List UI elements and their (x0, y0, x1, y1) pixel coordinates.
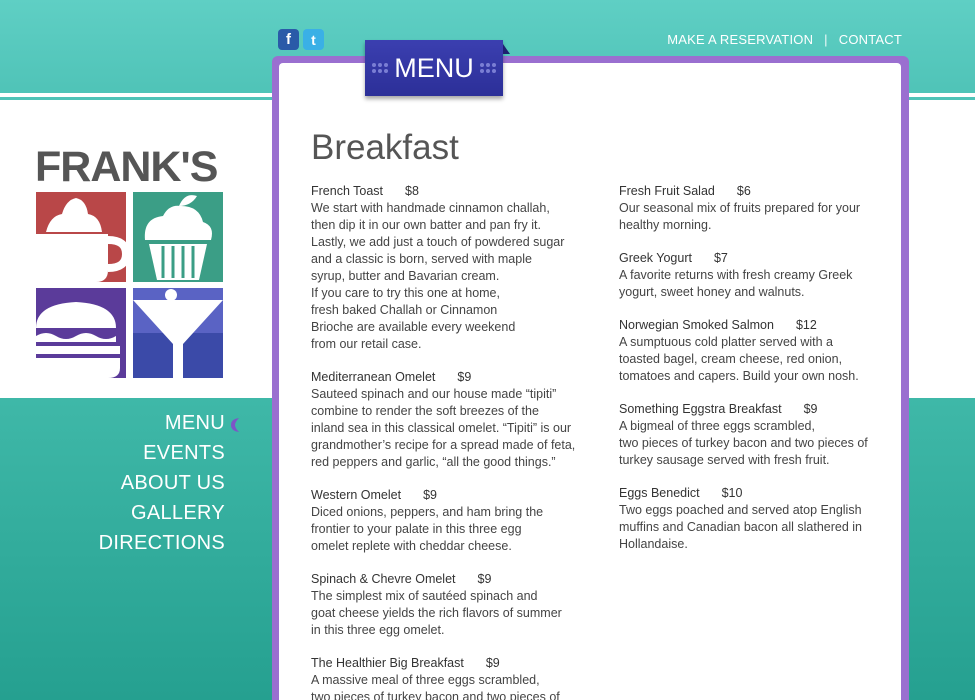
ribbon-fold (503, 44, 510, 54)
social-links: f t (278, 29, 324, 50)
menu-item: The Healthier Big Breakfast $9 A massive … (311, 655, 581, 700)
menu-item-description: Sauteed spinach and our house made “tipi… (311, 387, 576, 469)
menu-item: Fresh Fruit Salad $6 Our seasonal mix of … (619, 183, 889, 234)
menu-item-price: $6 (736, 184, 751, 198)
menu-item-name: Spinach & Chevre Omelet (311, 572, 456, 586)
menu-item-description: A sumptuous cold platter served with a t… (619, 335, 859, 383)
menu-item: Mediterranean Omelet $9 Sauteed spinach a… (311, 369, 581, 471)
ribbon-dots-right (479, 63, 496, 73)
menu-item-title: Spinach & Chevre Omelet $9 (311, 571, 581, 588)
menu-item-description: The simplest mix of sautéed spinach and … (311, 589, 562, 637)
menu-item-price: $7 (713, 251, 728, 265)
menu-item-description: Our seasonal mix of fruits prepared for … (619, 201, 861, 232)
active-indicator-icon (231, 418, 239, 432)
menu-item: Greek Yogurt $7 A favorite returns with f… (619, 250, 889, 301)
menu-item-name: The Healthier Big Breakfast (311, 656, 464, 670)
menu-item: Western Omelet $9 Diced onions, peppers, … (311, 487, 581, 555)
top-nav: MAKE A RESERVATION | CONTACT (667, 32, 902, 47)
twitter-icon[interactable]: t (303, 29, 324, 50)
menu-item-description: Diced onions, peppers, and ham bring the… (311, 505, 544, 553)
menu-item-title: The Healthier Big Breakfast $9 (311, 655, 581, 672)
menu-item-name: Greek Yogurt (619, 251, 692, 265)
menu-item-price: $10 (721, 486, 743, 500)
burger-icon (36, 288, 126, 378)
menu-item-price: $9 (485, 656, 500, 670)
cocktail-icon (133, 288, 223, 378)
menu-item: Something Eggstra Breakfast $9 A bigmeal … (619, 401, 889, 469)
menu-column-right: Fresh Fruit Salad $6 Our seasonal mix of … (619, 183, 889, 569)
menu-item-name: Fresh Fruit Salad (619, 184, 715, 198)
menu-item-name: French Toast (311, 184, 384, 198)
menu-item: French Toast $8 We start with handmade ci… (311, 183, 581, 353)
menu-column-left: French Toast $8 We start with handmade ci… (311, 183, 581, 700)
menu-ribbon: MENU (365, 40, 503, 96)
menu-item-title: Something Eggstra Breakfast $9 (619, 401, 889, 418)
menu-item-title: French Toast $8 (311, 183, 581, 200)
menu-item-description: We start with handmade cinnamon challah,… (311, 201, 565, 351)
nav-separator: | (824, 32, 828, 47)
menu-item-description: A bigmeal of three eggs scrambled, two p… (619, 419, 868, 467)
sidenav-item-directions[interactable]: DIRECTIONS (99, 532, 225, 555)
menu-item-price: $9 (457, 370, 472, 384)
make-reservation-link[interactable]: MAKE A RESERVATION (667, 32, 813, 47)
menu-item: Eggs Benedict $10 Two eggs poached and se… (619, 485, 889, 553)
menu-item-name: Something Eggstra Breakfast (619, 402, 782, 416)
facebook-icon[interactable]: f (278, 29, 299, 50)
menu-item-title: Western Omelet $9 (311, 487, 581, 504)
menu-item-name: Mediterranean Omelet (311, 370, 436, 384)
menu-item-description: A massive meal of three eggs scrambled, … (311, 673, 560, 700)
menu-item-title: Greek Yogurt $7 (619, 250, 889, 267)
menu-item-description: Two eggs poached and served atop English… (619, 503, 862, 551)
menu-item-price: $9 (477, 572, 492, 586)
menu-item-title: Norwegian Smoked Salmon $12 (619, 317, 889, 334)
menu-item-price: $9 (423, 488, 437, 502)
menu-item-name: Eggs Benedict (619, 486, 700, 500)
menu-item-title: Fresh Fruit Salad $6 (619, 183, 889, 200)
menu-item-price: $12 (795, 318, 817, 332)
sidenav-item-menu[interactable]: MENU (165, 412, 225, 435)
cupcake-icon (133, 192, 223, 282)
ribbon-dots-left (372, 63, 389, 73)
menu-item-price: $9 (803, 402, 818, 416)
menu-item-description: A favorite returns with fresh creamy Gre… (619, 268, 853, 299)
menu-item: Norwegian Smoked Salmon $12 A sumptuous c… (619, 317, 889, 385)
contact-link[interactable]: CONTACT (839, 32, 902, 47)
ribbon-label: MENU (394, 52, 474, 83)
coffee-cup-icon (36, 192, 126, 282)
menu-item-title: Mediterranean Omelet $9 (311, 369, 581, 386)
side-nav: MENU EVENTS ABOUT US GALLERY DIRECTIONS (99, 412, 225, 555)
logo-wordmark[interactable]: FRANK'S (35, 143, 225, 192)
menu-item-price: $8 (405, 184, 419, 198)
menu-item-title: Eggs Benedict $10 (619, 485, 889, 502)
menu-item: Spinach & Chevre Omelet $9 The simplest m… (311, 571, 581, 639)
menu-item-name: Norwegian Smoked Salmon (619, 318, 774, 332)
sidenav-item-about-us[interactable]: ABOUT US (121, 472, 225, 495)
sidenav-item-events[interactable]: EVENTS (143, 442, 225, 465)
menu-item-name: Western Omelet (311, 488, 402, 502)
sidenav-item-gallery[interactable]: GALLERY (131, 502, 225, 525)
page-title: Breakfast (311, 128, 459, 167)
